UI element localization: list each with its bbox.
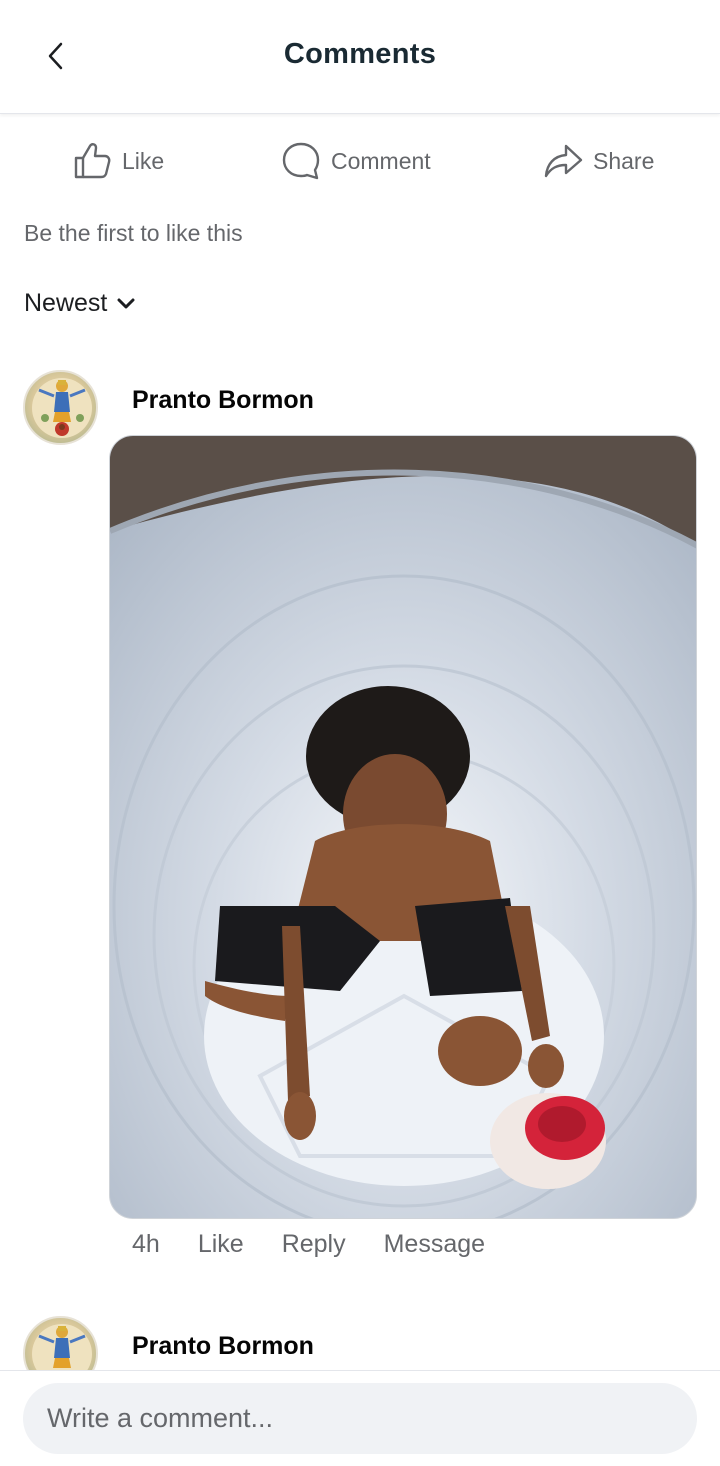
share-button[interactable]: Share <box>543 136 654 186</box>
tank-photo-image <box>110 436 696 1218</box>
comment-label: Comment <box>331 147 431 174</box>
comment-author[interactable]: Pranto Bormon <box>132 1332 314 1361</box>
comment-photo[interactable] <box>109 435 697 1219</box>
comment-message-link[interactable]: Message <box>384 1230 485 1259</box>
comment-composer <box>0 1370 720 1466</box>
top-bar: Comments <box>0 0 720 114</box>
comment-button[interactable]: Comment <box>281 136 431 186</box>
speech-bubble-icon <box>282 142 320 180</box>
like-button[interactable]: Like <box>72 136 164 186</box>
share-arrow-icon <box>544 144 583 178</box>
like-label: Like <box>122 147 165 174</box>
comment-input[interactable] <box>23 1383 697 1454</box>
post-action-bar: Like Comment Share <box>0 136 720 186</box>
sort-label: Newest <box>24 289 108 317</box>
sort-dropdown[interactable]: Newest <box>24 289 135 318</box>
avatar[interactable] <box>23 370 98 445</box>
chevron-down-icon <box>117 298 135 308</box>
deity-portrait-image <box>32 378 92 438</box>
comment-like-link[interactable]: Like <box>198 1230 244 1259</box>
thumbs-up-icon <box>74 143 111 179</box>
share-label: Share <box>593 147 655 174</box>
comment-meta: 4h Like Reply Message <box>132 1230 485 1259</box>
comment-timestamp: 4h <box>132 1230 160 1258</box>
page-title: Comments <box>283 38 437 70</box>
comment-reply-link[interactable]: Reply <box>282 1230 346 1259</box>
reactions-summary: Be the first to like this <box>24 220 243 246</box>
comment-author[interactable]: Pranto Bormon <box>132 386 314 415</box>
